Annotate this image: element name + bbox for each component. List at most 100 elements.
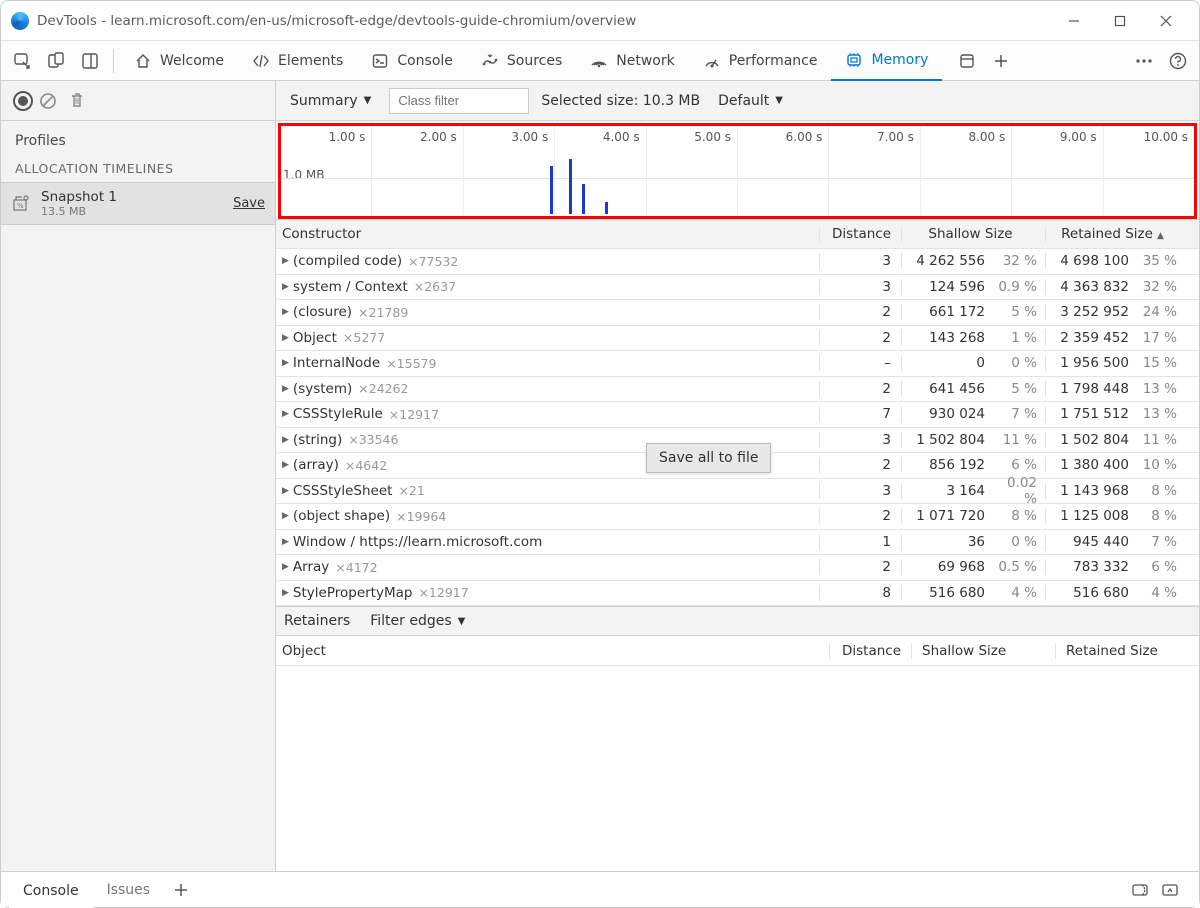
console-icon	[371, 52, 389, 70]
table-row[interactable]: ▶InternalNode ×15579–00 %1 956 50015 %	[276, 351, 1199, 377]
expand-icon[interactable]: ▶	[282, 307, 289, 317]
tab-console[interactable]: Console	[357, 41, 467, 81]
device-emulation-icon[interactable]	[39, 44, 73, 78]
application-tab-icon[interactable]	[950, 44, 984, 78]
retainers-bar: Retainers Filter edges ▼	[276, 606, 1199, 636]
table-row[interactable]: ▶CSSStyleRule ×129177930 0247 %1 751 512…	[276, 402, 1199, 428]
table-row[interactable]: ▶Window / https://learn.microsoft.com136…	[276, 530, 1199, 556]
constructor-name: (system)	[293, 381, 352, 397]
computed-styles-icon[interactable]	[1131, 882, 1161, 898]
sort-desc-icon: ▲	[1157, 231, 1164, 241]
table-row[interactable]: ▶(closure) ×217892661 1725 %3 252 95224 …	[276, 300, 1199, 326]
selected-size-label: Selected size: 10.3 MB	[541, 93, 700, 109]
timeline-tick: 8.00 s	[921, 126, 1011, 144]
instance-count: ×12917	[418, 585, 468, 600]
help-icon[interactable]	[1161, 44, 1195, 78]
snapshot-title: Snapshot 1	[41, 189, 233, 205]
add-tab-icon[interactable]	[984, 44, 1018, 78]
expand-icon[interactable]: ▶	[282, 384, 289, 394]
constructor-name: (compiled code)	[293, 253, 402, 269]
tab-network[interactable]: Network	[576, 41, 688, 81]
distance-value: 2	[819, 508, 901, 524]
tab-label: Network	[616, 53, 674, 69]
table-row[interactable]: ▶(system) ×242622641 4565 %1 798 44813 %	[276, 377, 1199, 403]
close-button[interactable]	[1143, 1, 1189, 41]
expand-icon[interactable]: ▶	[282, 588, 289, 598]
header-shallow-size[interactable]: Shallow Size	[911, 643, 1055, 659]
header-retained-size[interactable]: Retained Size▲	[1045, 226, 1185, 242]
instance-count: ×2637	[414, 279, 456, 294]
instance-count: ×4172	[335, 560, 377, 575]
expand-icon[interactable]: ▶	[282, 460, 289, 470]
tab-sources[interactable]: Sources	[467, 41, 576, 81]
tab-elements[interactable]: Elements	[238, 41, 357, 81]
retained-size-value: 945 440	[1045, 534, 1135, 550]
add-drawer-tab-icon[interactable]	[164, 873, 198, 907]
distance-value: 3	[819, 253, 901, 269]
header-distance[interactable]: Distance	[819, 226, 901, 242]
footer-tab-console[interactable]: Console	[9, 872, 93, 908]
dock-side-icon[interactable]	[73, 44, 107, 78]
default-dropdown[interactable]: Default ▼	[712, 89, 789, 113]
expand-icon[interactable]: ▶	[282, 435, 289, 445]
shallow-size-percent: 0 %	[991, 355, 1045, 371]
svg-text:%: %	[17, 202, 24, 210]
tab-memory[interactable]: Memory	[831, 41, 942, 81]
shallow-size-value: 36	[901, 534, 991, 550]
timeline-tick: 3.00 s	[464, 126, 554, 144]
table-row[interactable]: ▶system / Context ×26373124 5960.9 %4 36…	[276, 275, 1199, 301]
table-row[interactable]: ▶CSSStyleSheet ×2133 1640.02 %1 143 9688…	[276, 479, 1199, 505]
shallow-size-value: 69 968	[901, 559, 991, 575]
tab-performance[interactable]: Performance	[689, 41, 832, 81]
retained-size-percent: 13 %	[1135, 406, 1185, 422]
more-options-icon[interactable]	[1127, 44, 1161, 78]
record-icon[interactable]	[13, 91, 33, 111]
table-row[interactable]: ▶StylePropertyMap ×129178516 6804 %516 6…	[276, 581, 1199, 607]
maximize-button[interactable]	[1097, 1, 1143, 41]
snapshot-save-link[interactable]: Save	[233, 196, 265, 211]
header-shallow-size[interactable]: Shallow Size	[901, 226, 1045, 242]
shallow-size-value: 1 071 720	[901, 508, 991, 524]
table-row[interactable]: ▶Object ×52772143 2681 %2 359 45217 %	[276, 326, 1199, 352]
table-row[interactable]: ▶(object shape) ×1996421 071 7208 %1 125…	[276, 504, 1199, 530]
filter-edges-dropdown[interactable]: Filter edges ▼	[364, 609, 471, 633]
expand-icon[interactable]: ▶	[282, 282, 289, 292]
instance-count: ×4642	[345, 458, 387, 473]
expand-icon[interactable]: ▶	[282, 486, 289, 496]
distance-value: 1	[819, 534, 901, 550]
expand-icon[interactable]: ▶	[282, 409, 289, 419]
retained-size-percent: 8 %	[1135, 508, 1185, 524]
header-object[interactable]: Object	[276, 643, 829, 659]
expand-icon[interactable]: ▶	[282, 562, 289, 572]
inspect-element-icon[interactable]	[5, 44, 39, 78]
table-row[interactable]: ▶Array ×4172269 9680.5 %783 3326 %	[276, 555, 1199, 581]
shallow-size-value: 3 164	[901, 483, 991, 499]
retained-size-value: 4 698 100	[1045, 253, 1135, 269]
expand-icon[interactable]: ▶	[282, 537, 289, 547]
instance-count: ×5277	[343, 330, 385, 345]
shallow-size-value: 143 268	[901, 330, 991, 346]
context-menu-save-all[interactable]: Save all to file	[646, 443, 771, 473]
expand-icon[interactable]: ▶	[282, 511, 289, 521]
table-row[interactable]: ▶(compiled code) ×7753234 262 55632 %4 6…	[276, 249, 1199, 275]
expand-icon[interactable]: ▶	[282, 333, 289, 343]
retainers-grid-body[interactable]	[276, 666, 1199, 871]
header-retained-size[interactable]: Retained Size	[1055, 643, 1199, 659]
constructor-grid-body[interactable]: ▶(compiled code) ×7753234 262 55632 %4 6…	[276, 249, 1199, 606]
delete-icon[interactable]	[69, 92, 93, 110]
expand-icon[interactable]: ▶	[282, 358, 289, 368]
snapshot-item[interactable]: % Snapshot 1 13.5 MB Save	[1, 183, 275, 225]
header-constructor[interactable]: Constructor	[276, 226, 819, 242]
allocation-timeline[interactable]: 1.0 MB 1.00 s2.00 s3.00 s4.00 s5.00 s6.0…	[278, 123, 1197, 219]
tab-welcome[interactable]: Welcome	[120, 41, 238, 81]
footer-tab-issues[interactable]: Issues	[93, 872, 165, 908]
shallow-size-percent: 5 %	[991, 381, 1045, 397]
class-filter-input[interactable]	[389, 88, 529, 114]
titlebar: DevTools - learn.microsoft.com/en-us/mic…	[1, 1, 1199, 41]
expand-icon[interactable]: ▶	[282, 256, 289, 266]
expand-drawer-icon[interactable]	[1161, 883, 1191, 897]
view-dropdown[interactable]: Summary ▼	[284, 89, 377, 113]
minimize-button[interactable]	[1051, 1, 1097, 41]
header-distance[interactable]: Distance	[829, 643, 911, 659]
clear-icon[interactable]	[39, 92, 63, 110]
